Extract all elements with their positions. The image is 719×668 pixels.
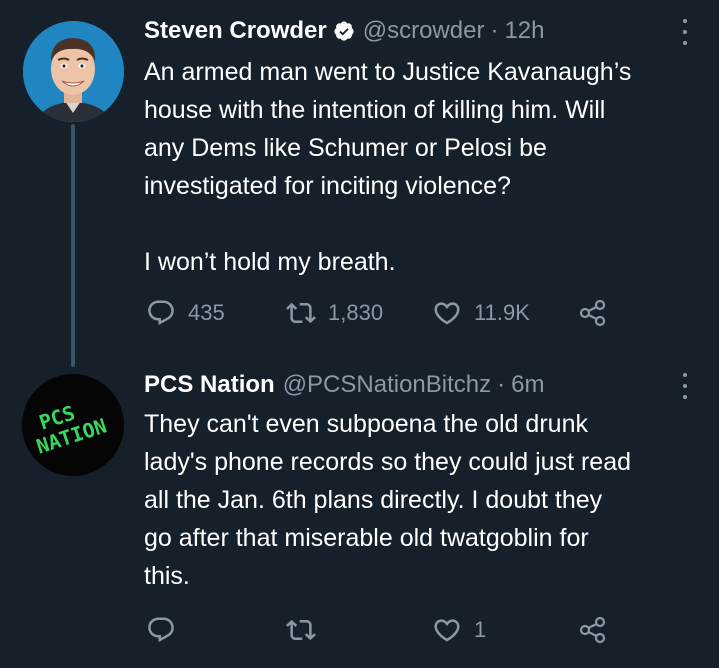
tweet-text-line: investigated for inciting violence? bbox=[144, 172, 511, 200]
verified-badge-icon bbox=[333, 20, 355, 42]
tweet-header: PCS Nation @PCSNationBitchz · 6m bbox=[144, 370, 544, 400]
share-icon bbox=[579, 299, 606, 327]
pcs-nation-logo: PCS NATION bbox=[22, 374, 124, 476]
tweet-pcs-nation[interactable]: PCS NATION PCS Nation @PCSNationBitchz ·… bbox=[0, 370, 719, 668]
display-name[interactable]: PCS Nation bbox=[144, 371, 275, 399]
display-name[interactable]: Steven Crowder bbox=[144, 17, 327, 45]
more-icon[interactable] bbox=[681, 19, 689, 45]
reply-icon bbox=[148, 300, 174, 326]
user-handle[interactable]: @PCSNationBitchz bbox=[283, 371, 491, 399]
tweet-text-line: all the Jan. 6th plans directly. I doubt… bbox=[144, 486, 603, 514]
retweet-icon bbox=[286, 302, 316, 324]
reply-button[interactable]: 435 bbox=[146, 298, 225, 328]
retweet-button[interactable] bbox=[286, 615, 328, 645]
share-button[interactable] bbox=[578, 615, 608, 645]
tweet-text: An armed man went to Justice Kavanaugh’s… bbox=[144, 53, 694, 281]
tweet-text-line: An armed man went to Justice Kavanaugh’s bbox=[144, 58, 632, 86]
tweet-time[interactable]: 6m bbox=[511, 371, 544, 399]
tweet-text-line: They can't even subpoena the old drunk bbox=[144, 410, 588, 438]
separator-dot: · bbox=[497, 371, 506, 398]
like-button[interactable]: 1 bbox=[432, 615, 486, 645]
tweet-text: They can't even subpoena the old drunk l… bbox=[144, 405, 694, 595]
tweet-header: Steven Crowder @scrowder · 12h bbox=[144, 16, 545, 46]
thread-line bbox=[71, 124, 75, 367]
like-button[interactable]: 11.9K bbox=[432, 298, 530, 328]
like-count: 1 bbox=[474, 617, 487, 642]
retweet-icon bbox=[286, 619, 316, 641]
avatar-pcs-nation[interactable]: PCS NATION bbox=[22, 374, 124, 476]
reply-count: 435 bbox=[188, 300, 225, 325]
share-icon bbox=[579, 616, 606, 644]
share-button[interactable] bbox=[578, 298, 608, 328]
tweet-actions: 1 bbox=[146, 615, 616, 645]
tweet-actions: 435 1,830 11.9K bbox=[146, 298, 616, 328]
tweet-text-line: go after that miserable old twatgoblin f… bbox=[144, 524, 589, 552]
retweet-count: 1,830 bbox=[328, 300, 384, 325]
like-icon bbox=[434, 302, 460, 325]
retweet-button[interactable]: 1,830 bbox=[286, 298, 383, 328]
tweet-time[interactable]: 12h bbox=[504, 17, 544, 45]
like-icon bbox=[434, 619, 460, 642]
like-count: 11.9K bbox=[474, 300, 530, 325]
tweet-text-line: I won’t hold my breath. bbox=[144, 248, 396, 276]
user-handle[interactable]: @scrowder bbox=[363, 17, 485, 45]
tweet-steven-crowder[interactable]: Steven Crowder @scrowder · 12h An armed … bbox=[0, 0, 719, 370]
reply-icon bbox=[148, 617, 174, 643]
tweet-text-line: house with the intention of killing him.… bbox=[144, 96, 606, 124]
avatar-steven-crowder[interactable] bbox=[23, 21, 124, 122]
separator-dot: · bbox=[490, 17, 499, 44]
more-icon[interactable] bbox=[681, 373, 689, 399]
tweet-text-line: this. bbox=[144, 562, 190, 590]
tweet-text-line: any Dems like Schumer or Pelosi be bbox=[144, 134, 547, 162]
tweet-text-line: lady's phone records so they could just … bbox=[144, 448, 631, 476]
reply-button[interactable] bbox=[146, 615, 188, 645]
avatar-face-image bbox=[23, 21, 124, 122]
